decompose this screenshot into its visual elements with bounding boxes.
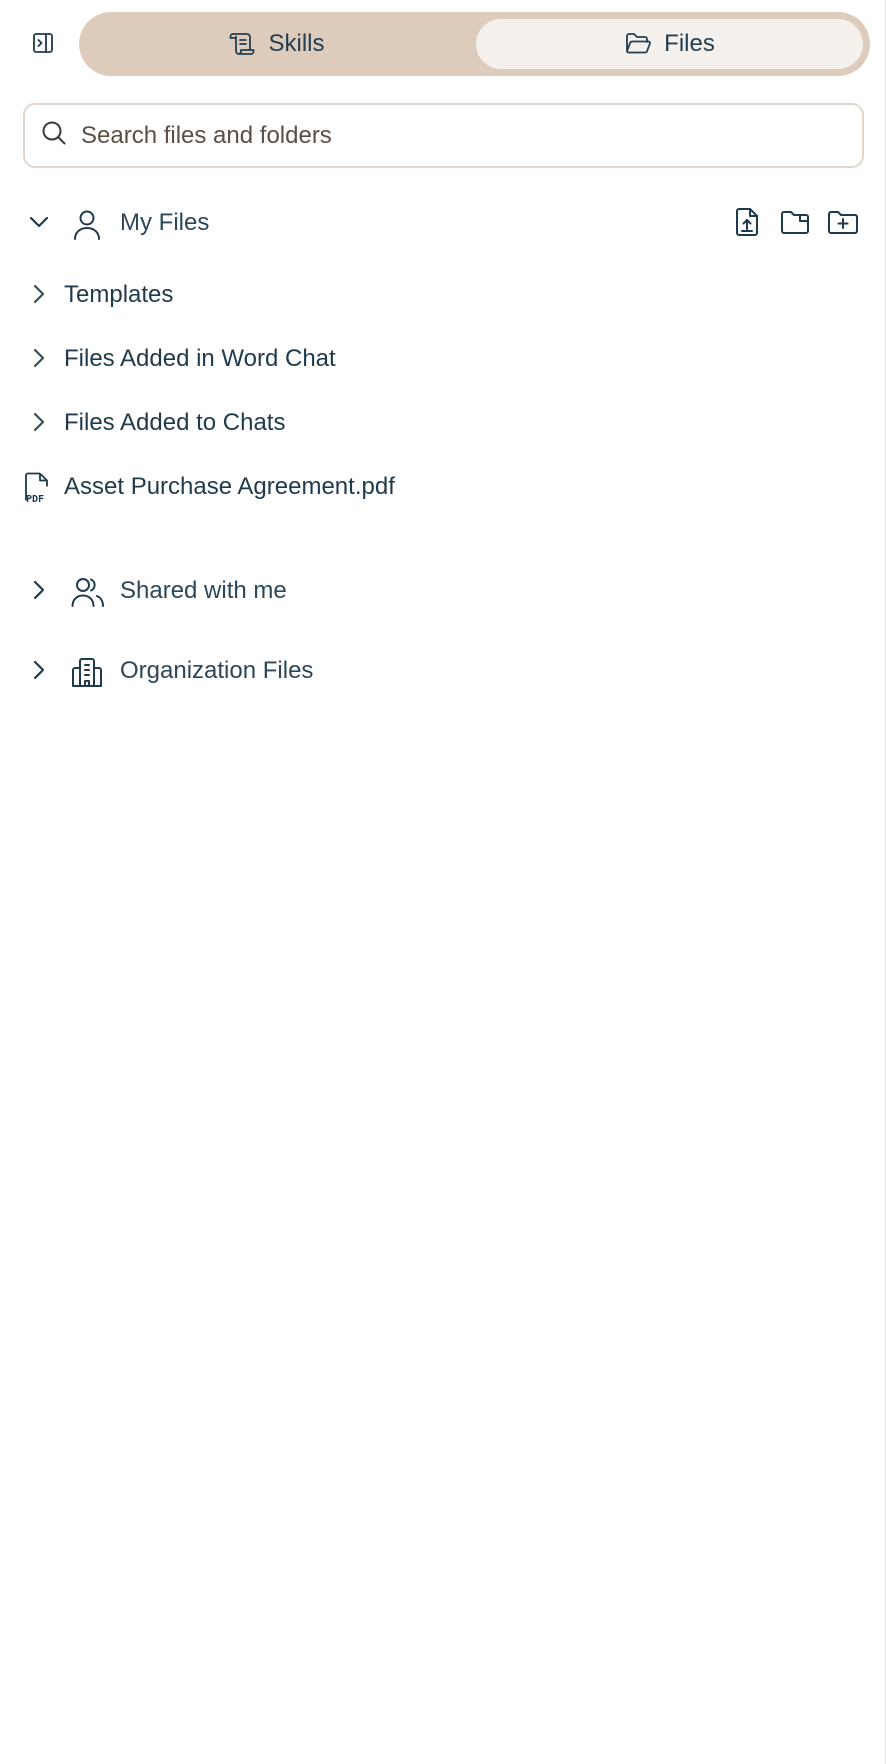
users-icon: [70, 575, 106, 609]
sidebar-toggle-button[interactable]: [24, 26, 62, 64]
chevron-down-icon: [28, 211, 50, 238]
my-files-label[interactable]: My Files: [120, 209, 209, 237]
tab-skills[interactable]: Skills: [86, 19, 467, 69]
folder-label[interactable]: Templates: [64, 281, 173, 309]
my-files-collapse-chevron[interactable]: [24, 209, 54, 239]
chevron-right-icon: [28, 579, 50, 606]
tab-skills-label: Skills: [268, 30, 325, 57]
tab-files-label: Files: [664, 30, 715, 57]
folder-plus-icon: [827, 209, 859, 240]
new-file-in-folder-button[interactable]: [777, 206, 813, 242]
file-label[interactable]: Asset Purchase Agreement.pdf: [64, 473, 395, 501]
search-input[interactable]: [81, 121, 841, 150]
pdf-file-icon: PDF: [24, 472, 54, 504]
folder-label[interactable]: Files Added to Chats: [64, 409, 285, 437]
new-folder-button[interactable]: [825, 206, 861, 242]
chevron-right-icon: [28, 347, 50, 374]
tab-bar: Skills Files: [79, 12, 870, 76]
folder-new-file-icon: [780, 209, 810, 240]
building-icon: [70, 655, 104, 689]
svg-text:PDF: PDF: [26, 494, 44, 504]
expand-chevron[interactable]: [24, 345, 54, 375]
chevron-right-icon: [28, 411, 50, 438]
chevron-right-icon: [28, 659, 50, 686]
search-box: [23, 103, 864, 168]
organization-files-label[interactable]: Organization Files: [120, 657, 313, 685]
shared-with-me-label[interactable]: Shared with me: [120, 577, 287, 605]
upload-file-button[interactable]: [729, 206, 765, 242]
expand-chevron[interactable]: [24, 281, 54, 311]
tab-files[interactable]: Files: [476, 19, 863, 69]
folder-label[interactable]: Files Added in Word Chat: [64, 345, 336, 373]
expand-chevron[interactable]: [24, 409, 54, 439]
folder-open-icon: [624, 30, 652, 58]
chevron-right-icon: [28, 283, 50, 310]
expand-chevron[interactable]: [24, 577, 54, 607]
sidebar-expand-icon: [32, 32, 54, 59]
search-icon: [41, 120, 67, 151]
user-icon: [70, 208, 104, 242]
expand-chevron[interactable]: [24, 657, 54, 687]
upload-file-icon: [734, 207, 760, 242]
scroll-icon: [228, 30, 256, 58]
files-panel: Skills Files Search files and folders My…: [0, 0, 886, 1764]
